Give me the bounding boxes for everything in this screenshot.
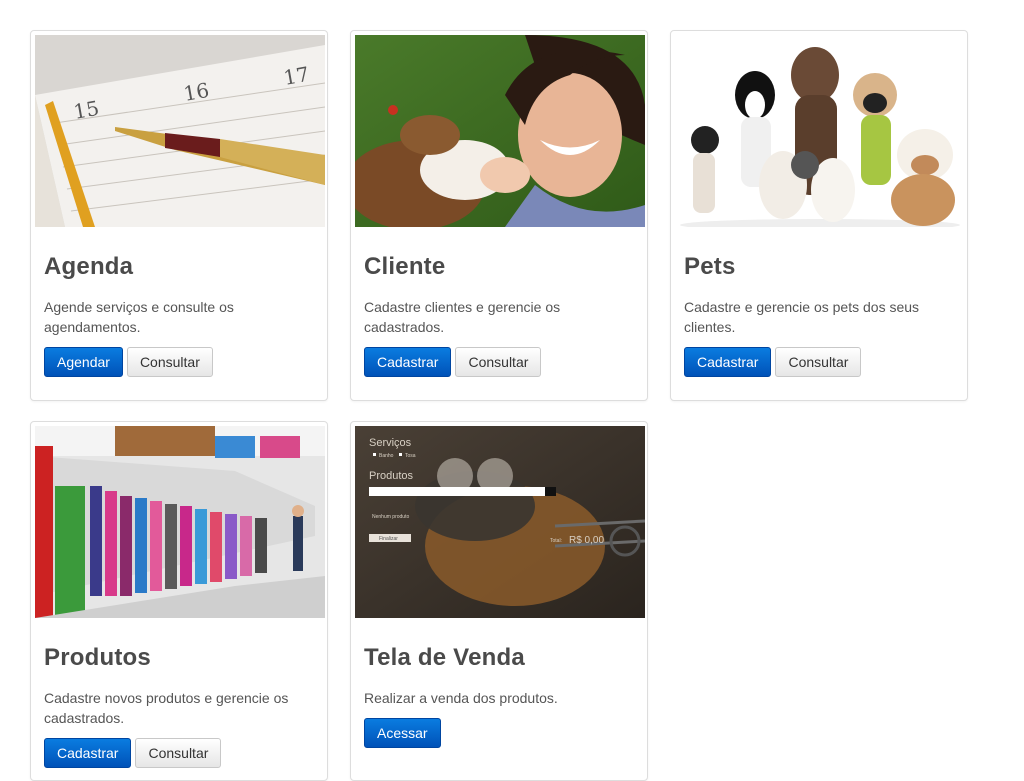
preview-total-value: R$ 0,00 (569, 535, 604, 546)
preview-service-1: Banho (379, 453, 394, 459)
preview-finish-label: Finalizar (379, 536, 398, 542)
card-title: Cliente (364, 253, 446, 280)
preview-service-2: Tosa (405, 453, 416, 459)
card-description: Cadastre clientes e gerencie os cadastra… (364, 299, 561, 335)
svg-text:16: 16 (182, 78, 211, 106)
preview-no-products: Nenhum produto (372, 514, 409, 520)
cliente-image (355, 35, 645, 227)
preview-total-label: Total: (550, 538, 562, 544)
card-title: Tela de Venda (364, 644, 525, 671)
card-title: Pets (684, 253, 736, 280)
consultar-button[interactable]: Consultar (455, 347, 542, 377)
card-description: Cadastre e gerencie os pets dos seus cli… (684, 299, 920, 335)
agendar-button[interactable]: Agendar (44, 347, 123, 377)
svg-text:17: 17 (282, 62, 311, 90)
card-produtos: Produtos Cadastre novos produtos e geren… (30, 421, 328, 781)
consultar-button[interactable]: Consultar (126, 347, 213, 377)
preview-products-label: Produtos (369, 470, 414, 482)
tela-de-venda-image: Serviços Banho Tosa Produtos Nenhum prod… (355, 426, 645, 618)
card-tela-de-venda: Serviços Banho Tosa Produtos Nenhum prod… (350, 421, 648, 781)
preview-services-label: Serviços (369, 437, 412, 449)
card-description: Cadastre novos produtos e gerencie os ca… (44, 690, 289, 726)
card-description: Agende serviços e consulte os agendament… (44, 299, 234, 335)
card-title: Produtos (44, 644, 151, 671)
card-pets: Pets Cadastre e gerencie os pets dos seu… (670, 30, 968, 401)
pets-image (675, 35, 965, 227)
agenda-image: 15 16 17 (35, 35, 325, 227)
cadastrar-button[interactable]: Cadastrar (44, 738, 132, 768)
card-description: Realizar a venda dos produtos. (364, 690, 558, 706)
consultar-button[interactable]: Consultar (775, 347, 862, 377)
cadastrar-button[interactable]: Cadastrar (684, 347, 772, 377)
card-agenda: 15 16 17 Agenda Agende serviços e consul… (30, 30, 328, 401)
produtos-image (35, 426, 325, 618)
card-cliente: Cliente Cadastre clientes e gerencie os … (350, 30, 648, 401)
consultar-button[interactable]: Consultar (135, 738, 222, 768)
card-title: Agenda (44, 253, 134, 280)
cadastrar-button[interactable]: Cadastrar (364, 347, 452, 377)
svg-text:15: 15 (72, 96, 101, 124)
acessar-button[interactable]: Acessar (364, 718, 441, 748)
